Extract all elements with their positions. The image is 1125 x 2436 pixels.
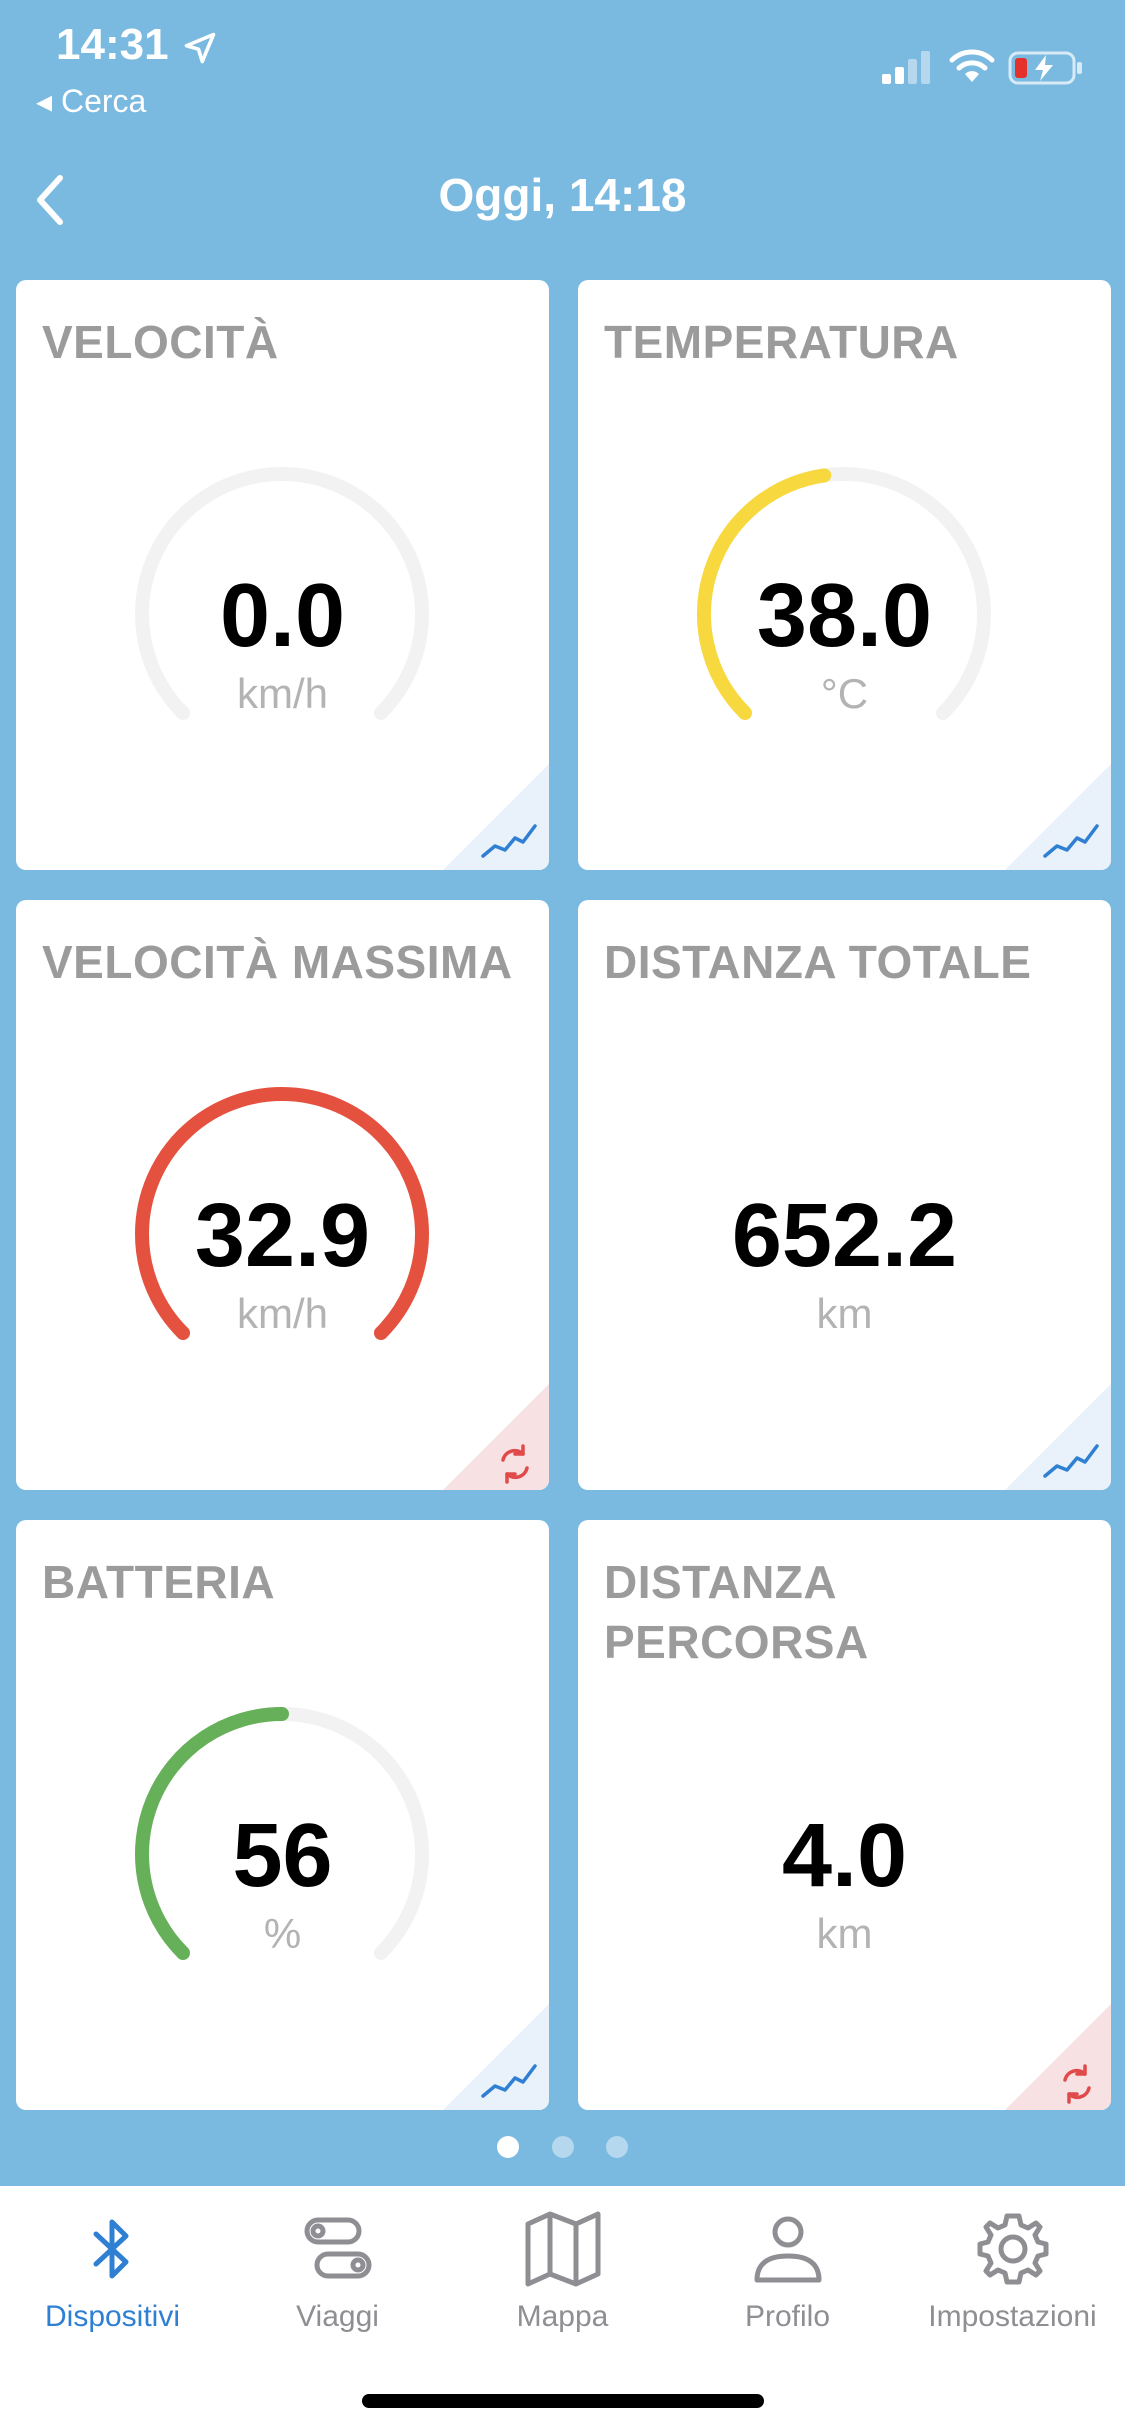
battery-card[interactable]: BATTERIA 56 %	[16, 1520, 549, 2110]
status-time: 14:31	[56, 20, 169, 69]
back-to-app-link[interactable]: ◂ Cerca	[36, 82, 146, 120]
speed-unit: km/h	[236, 670, 328, 717]
speed-card[interactable]: VELOCITÀ 0.0 km/h	[16, 280, 549, 870]
tab-label-impostazioni: Impostazioni	[928, 2300, 1097, 2333]
total-distance-card[interactable]: DISTANZA TOTALE 652.2 km	[578, 900, 1111, 1490]
page-indicator	[0, 2136, 1125, 2162]
trip-distance-card[interactable]: DISTANZA PERCORSA 4.0 km	[578, 1520, 1111, 2110]
bluetooth-icon	[93, 2219, 128, 2279]
battery-chart-button[interactable]	[443, 2004, 549, 2110]
trip-distance-card-title: DISTANZA PERCORSA	[604, 1556, 869, 1668]
tab-impostazioni[interactable]: Impostazioni	[900, 2204, 1125, 2354]
status-bar: 14:31 ◂ Cerca	[0, 0, 1125, 130]
route-icon	[304, 2217, 371, 2279]
page-dot-2[interactable]	[551, 2136, 574, 2158]
max-speed-value: 32.9	[194, 1186, 371, 1286]
page-title: Oggi, 14:18	[438, 169, 687, 221]
home-indicator	[362, 2394, 764, 2408]
person-icon	[754, 2216, 821, 2283]
max-speed-reset-button[interactable]	[443, 1384, 549, 1490]
trip-distance-unit: km	[816, 1910, 873, 1957]
tab-dispositivi[interactable]: Dispositivi	[0, 2204, 225, 2354]
wifi-icon	[949, 49, 995, 82]
tab-mappa[interactable]: Mappa	[450, 2204, 675, 2354]
temperature-card[interactable]: TEMPERATURA 38.0 °C	[578, 280, 1111, 870]
max-speed-card[interactable]: VELOCITÀ MASSIMA 32.9 km/h	[16, 900, 549, 1490]
tab-label-profilo: Profilo	[744, 2300, 831, 2333]
gear-icon	[977, 2213, 1048, 2285]
tab-viaggi[interactable]: Viaggi	[225, 2204, 450, 2354]
battery-unit: %	[263, 1910, 302, 1957]
max-speed-unit: km/h	[236, 1290, 328, 1337]
tab-label-dispositivi: Dispositivi	[44, 2300, 181, 2333]
total-distance-chart-button[interactable]	[1005, 1384, 1111, 1490]
temperature-unit: °C	[820, 670, 869, 717]
page-dot-1[interactable]	[497, 2136, 520, 2158]
tab-label-mappa: Mappa	[516, 2300, 609, 2333]
page-dot-3[interactable]	[605, 2136, 628, 2158]
speed-chart-button[interactable]	[443, 764, 549, 870]
battery-value: 56	[232, 1806, 333, 1906]
tab-profilo[interactable]: Profilo	[675, 2204, 900, 2354]
tab-label-viaggi: Viaggi	[296, 2300, 379, 2333]
total-distance-value: 652.2	[731, 1186, 958, 1286]
total-distance-card-title: DISTANZA TOTALE	[604, 936, 1032, 988]
speed-value: 0.0	[219, 566, 346, 666]
location-arrow-icon	[184, 32, 216, 64]
trip-distance-value: 4.0	[781, 1806, 908, 1906]
battery-charging-icon	[1008, 51, 1082, 85]
signal-icon	[882, 51, 930, 84]
temperature-value: 38.0	[756, 566, 933, 666]
navigation-header: Oggi, 14:18	[0, 150, 1125, 250]
map-icon	[525, 2211, 600, 2287]
total-distance-unit: km	[816, 1290, 873, 1337]
temperature-chart-button[interactable]	[1005, 764, 1111, 870]
trip-distance-reset-button[interactable]	[1005, 2004, 1111, 2110]
